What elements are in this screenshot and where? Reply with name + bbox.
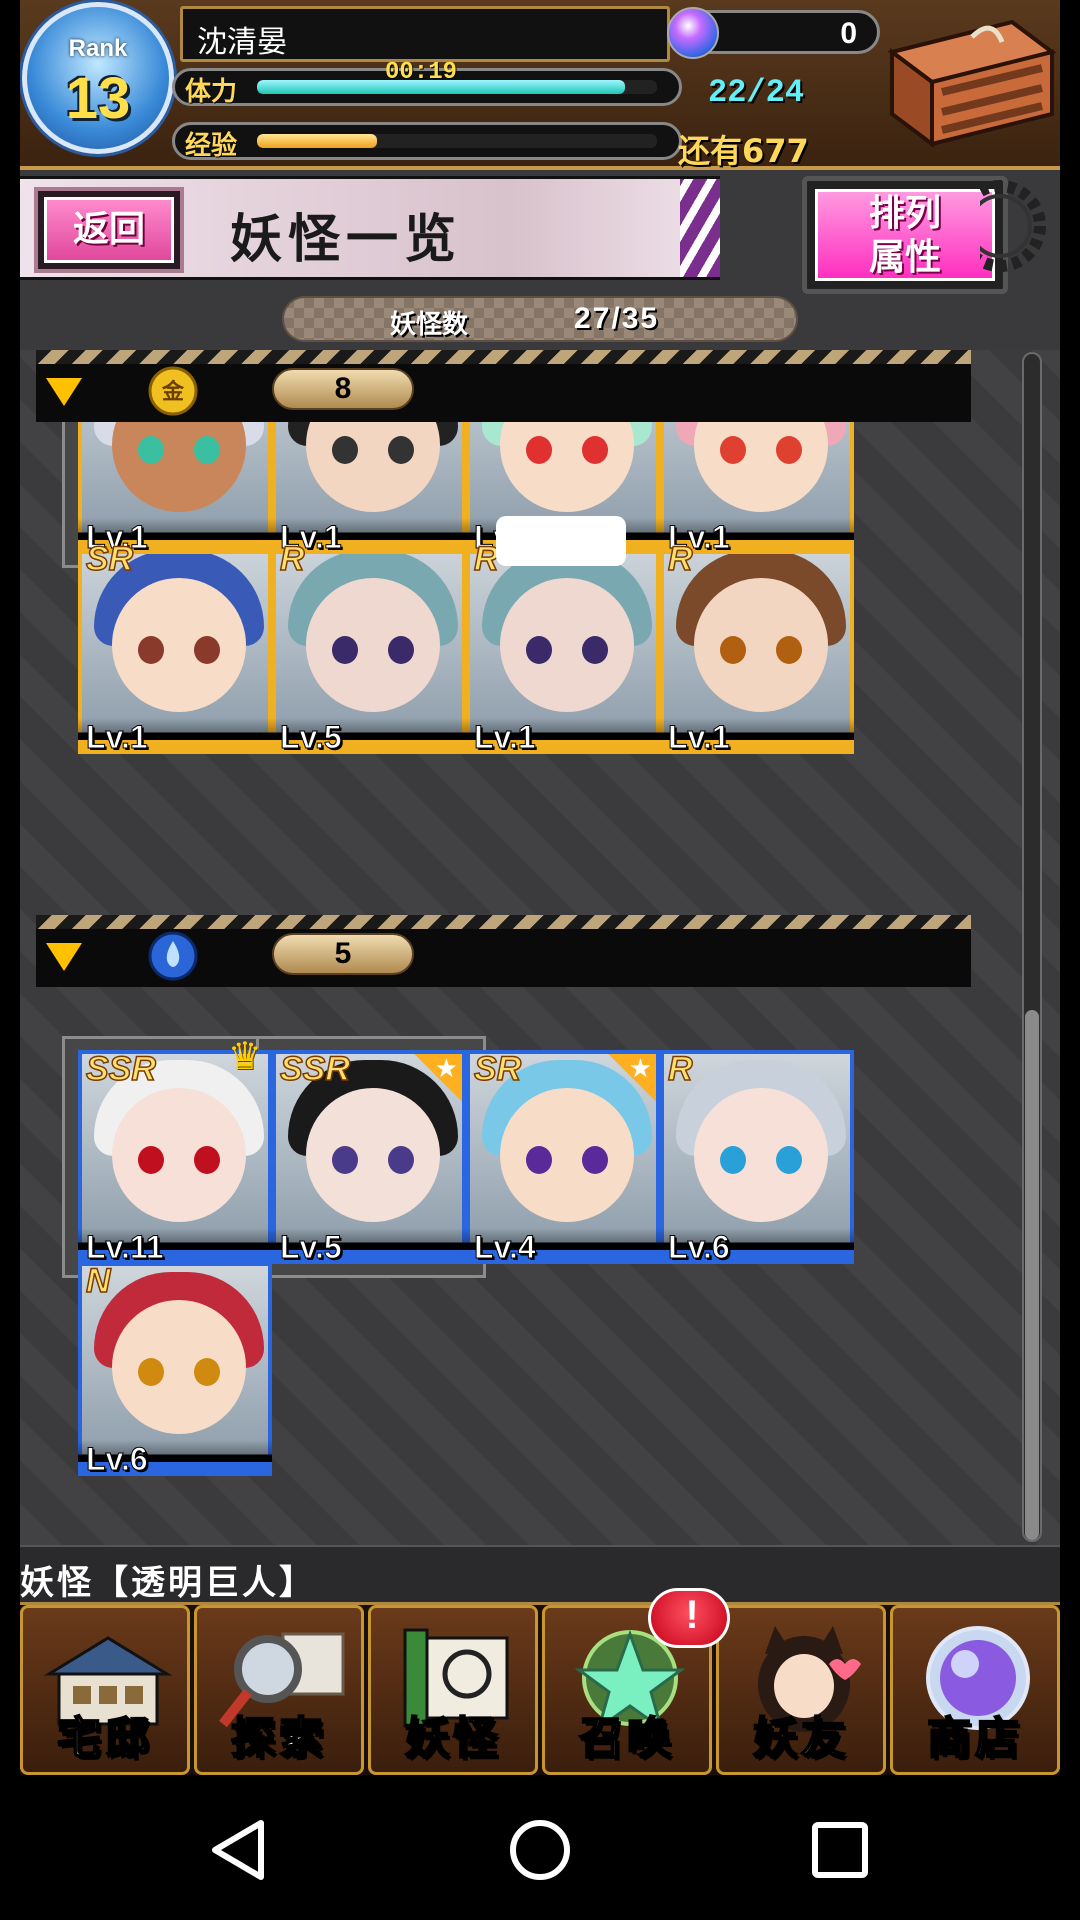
nav-friends[interactable]: 妖友 — [716, 1605, 886, 1775]
banner-stripes — [680, 179, 720, 277]
group-count-badge: 8 — [272, 368, 414, 410]
monster-level: Lv.6 — [86, 1441, 149, 1478]
gem-orb-icon — [667, 7, 719, 59]
rank-value: 13 — [65, 66, 131, 131]
monster-card[interactable]: SSR Lv.5 ★ — [256, 1036, 486, 1278]
rank-badge[interactable]: Rank 13 — [22, 2, 174, 154]
star-icon: ★ — [608, 1054, 656, 1102]
game-screen: Rank 13 沈清晏 体力 00:19 22/24 经验 还有677 0 返回… — [20, 0, 1060, 1775]
treasure-chest-icon[interactable] — [882, 12, 1058, 152]
stamina-timer: 00:19 — [385, 59, 458, 86]
gear-icon — [980, 180, 1046, 272]
bottom-nav: 宅邸 探索 妖怪 召唤 妖友 商店 — [20, 1605, 1060, 1775]
monster-level: Lv.5 — [280, 1229, 343, 1266]
rarity-badge: SSR — [85, 1049, 156, 1089]
water-drop-icon — [148, 931, 198, 981]
exp-bar: 经验 — [172, 122, 682, 161]
rarity-badge: R — [473, 539, 499, 579]
nav-shop[interactable]: 商店 — [890, 1605, 1060, 1775]
exp-label: 经验 — [185, 131, 238, 161]
monster-card[interactable]: R Lv.6 — [660, 1049, 854, 1270]
censor-blur — [496, 516, 626, 566]
back-button[interactable]: 返回 — [34, 187, 184, 273]
exp-fill — [257, 134, 377, 148]
status-bar: Rank 13 沈清晏 体力 00:19 22/24 经验 还有677 0 — [20, 0, 1060, 170]
crown-icon: ♛ — [227, 1034, 262, 1078]
stamina-bar: 体力 00:19 — [172, 59, 682, 107]
exp-remaining: 还有677 — [678, 132, 809, 170]
nav-mansion[interactable]: 宅邸 — [20, 1605, 190, 1775]
rarity-badge: R — [667, 539, 693, 579]
monster-card[interactable]: SR Lv.1 — [78, 539, 272, 760]
selected-monster-bar: 妖怪【透明巨人】 — [20, 1545, 1060, 1605]
monster-card[interactable]: SR Lv.4 ★ — [466, 1049, 660, 1270]
monster-count-value: 27/35 — [574, 302, 660, 335]
nav-label: 妖友 — [752, 1712, 849, 1765]
back-button-label: 返回 — [44, 197, 174, 263]
gem-count: 0 — [840, 17, 857, 50]
monster-card[interactable]: R Lv.1 — [466, 516, 660, 760]
scrollbar-thumb[interactable] — [1025, 1010, 1039, 1540]
monster-level: Lv.11 — [86, 1229, 165, 1266]
attribute-group-header-water[interactable]: 5 — [36, 915, 971, 987]
collapse-arrow-icon[interactable] — [46, 943, 82, 971]
title-banner: 返回 妖怪一览 — [20, 176, 720, 280]
sort-label-line1: 排列 — [868, 193, 941, 234]
monster-card[interactable]: R Lv.5 — [272, 539, 466, 760]
nav-label: 宅邸 — [56, 1712, 153, 1765]
monster-level: Lv.1 — [474, 719, 537, 756]
monster-card[interactable]: SSR Lv.11 ♛ — [62, 1034, 292, 1278]
gem-counter[interactable]: 0 — [667, 7, 880, 59]
nav-monsters[interactable]: 妖怪 — [368, 1605, 538, 1775]
rank-label: Rank — [68, 35, 128, 62]
rarity-badge: R — [279, 539, 305, 579]
sort-attribute-button[interactable]: 排列 属性 — [802, 176, 1008, 294]
nav-label: 探索 — [230, 1712, 327, 1765]
selected-monster-name: 妖怪【透明巨人】 — [20, 1563, 316, 1603]
monster-level: Lv.6 — [668, 1229, 731, 1266]
monster-count-pill: 妖怪数 27/35 — [282, 296, 798, 342]
monster-card[interactable]: N Lv.6 — [78, 1261, 272, 1482]
nav-label: 妖怪 — [404, 1712, 501, 1765]
nav-label: 召唤 — [578, 1712, 675, 1765]
attribute-group-header-gold[interactable]: 金 8 — [36, 350, 971, 422]
stamina-label: 体力 — [185, 77, 238, 107]
back-triangle-icon[interactable] — [205, 1815, 275, 1885]
sort-label-line2: 属性 — [868, 237, 941, 278]
player-name: 沈清晏 — [197, 25, 287, 60]
summon-alert-badge: ! — [648, 1588, 730, 1648]
player-name-box: 沈清晏 — [180, 6, 670, 62]
nav-label: 商店 — [926, 1712, 1023, 1765]
gold-coin-icon: 金 — [148, 366, 198, 416]
monster-card[interactable]: R Lv.1 — [660, 539, 854, 760]
rarity-badge: SR — [473, 1049, 522, 1089]
monster-list[interactable]: 金 8 5 SSRLv.1♛SSRLv.1SRLv.1SRLv.1SRLv.1R… — [20, 350, 1060, 1545]
monster-level: Lv.1 — [668, 719, 731, 756]
star-icon: ★ — [414, 1054, 462, 1102]
stamina-count: 22/24 — [708, 74, 805, 111]
nav-explore[interactable]: 探索 — [194, 1605, 364, 1775]
monster-level: Lv.5 — [280, 719, 343, 756]
system-nav-bar — [0, 1775, 1080, 1920]
rarity-badge: SSR — [279, 1049, 350, 1089]
collapse-arrow-icon[interactable] — [46, 378, 82, 406]
rarity-badge: R — [667, 1049, 693, 1089]
rarity-badge: N — [85, 1261, 111, 1301]
monster-level: Lv.1 — [86, 719, 149, 756]
rarity-badge: SR — [85, 539, 134, 579]
monster-level: Lv.4 — [474, 1229, 537, 1266]
svg-text:金: 金 — [161, 379, 185, 405]
group-count-badge: 5 — [272, 933, 414, 975]
monster-count-label: 妖怪数 — [390, 310, 469, 340]
recents-square-icon[interactable] — [805, 1815, 875, 1885]
page-title: 妖怪一览 — [230, 209, 463, 270]
home-circle-icon[interactable] — [505, 1815, 575, 1885]
